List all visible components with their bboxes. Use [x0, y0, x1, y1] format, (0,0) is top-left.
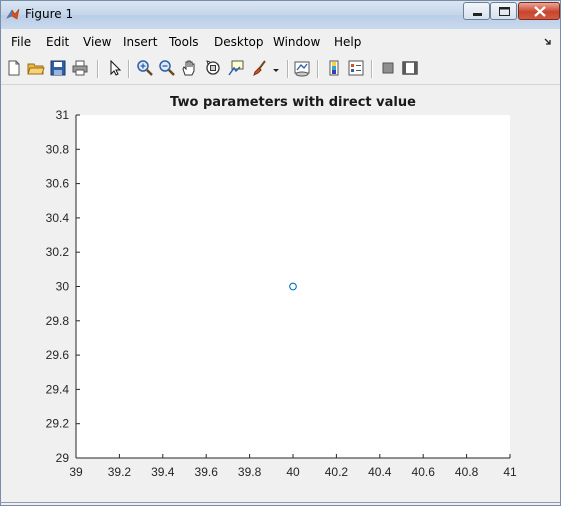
y-tick-label: 30 — [56, 280, 70, 294]
y-tick-label: 30.8 — [46, 142, 70, 156]
y-tick-label: 31 — [56, 108, 70, 122]
window-bottom-border — [0, 502, 561, 503]
y-tick-label: 30.6 — [46, 177, 70, 191]
x-tick-label: 40.2 — [325, 465, 349, 479]
axes-background — [76, 115, 510, 458]
x-tick-label: 41 — [503, 465, 517, 479]
y-tick-label: 29.8 — [46, 314, 70, 328]
x-tick-label: 39.8 — [238, 465, 262, 479]
x-tick-label: 40.4 — [368, 465, 392, 479]
y-tick-label: 30.4 — [46, 211, 70, 225]
y-tick-label: 29.6 — [46, 348, 70, 362]
y-tick-label: 29 — [56, 451, 70, 465]
x-tick-label: 39 — [69, 465, 83, 479]
x-tick-label: 39.2 — [108, 465, 132, 479]
plot-axes[interactable]: 39 39.2 39.4 39.6 39.8 40 40.2 40.4 40.6 40.8 41 29… — [1, 1, 560, 501]
x-tick-label: 39.4 — [151, 465, 175, 479]
x-tick-label: 39.6 — [195, 465, 219, 479]
x-tick-label: 40 — [286, 465, 300, 479]
x-tick-label: 40.8 — [455, 465, 479, 479]
figure-window: Figure 1 File Edit View Insert Tools Des… — [0, 0, 561, 506]
x-tick-label: 40.6 — [412, 465, 436, 479]
y-tick-label: 29.2 — [46, 417, 70, 431]
y-tick-label: 30.2 — [46, 245, 70, 259]
y-tick-label: 29.4 — [46, 382, 70, 396]
